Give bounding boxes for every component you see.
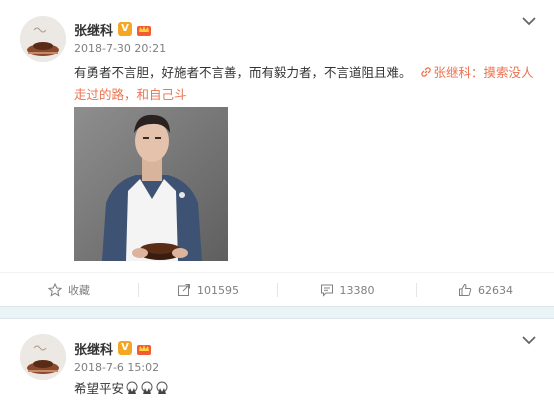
post-body: 希望平安: [74, 381, 125, 396]
share-count: 101595: [197, 283, 239, 297]
like-count: 62634: [478, 283, 513, 297]
feed-separator: [0, 306, 554, 319]
crown-icon: [137, 26, 151, 36]
chevron-down-icon[interactable]: [522, 335, 536, 345]
star-icon: [48, 283, 62, 297]
post-body: 有勇者不言胆，好施者不言善，而有毅力者，不言道阻且难。: [74, 65, 412, 80]
pray-emoji-icon: [141, 381, 153, 394]
crown-icon: [137, 345, 151, 355]
comment-button[interactable]: 13380: [278, 273, 416, 307]
comment-count: 13380: [339, 283, 375, 297]
avatar[interactable]: [20, 16, 66, 62]
pray-emoji-icon: [126, 381, 138, 394]
post-text: 有勇者不言胆，好施者不言善，而有毅力者，不言道阻且难。 张继科：摸索没人走过的路…: [74, 62, 544, 106]
weibo-post-1: 张继科 V 2018-7-30 20:21 有勇者不言胆，好施者不言善，而有毅力…: [0, 0, 554, 306]
share-icon: [178, 284, 190, 296]
like-icon: [459, 283, 472, 296]
verified-icon: V: [118, 341, 132, 355]
post-photo[interactable]: [74, 107, 228, 261]
favorite-button[interactable]: 收藏: [0, 273, 138, 307]
username[interactable]: 张继科: [74, 339, 113, 358]
favorite-label: 收藏: [68, 284, 90, 297]
timestamp[interactable]: 2018-7-6 15:02: [74, 361, 159, 374]
chevron-down-icon[interactable]: [522, 16, 536, 26]
link-icon: [420, 67, 431, 77]
avatar[interactable]: [20, 334, 66, 380]
username[interactable]: 张继科: [74, 20, 113, 39]
action-bar: 收藏 101595 13380 62634: [0, 272, 554, 307]
like-button[interactable]: 62634: [417, 273, 554, 307]
post-text: 希望平安: [74, 378, 169, 397]
pray-emoji-icon: [156, 381, 168, 394]
comment-icon: [320, 284, 333, 297]
verified-icon: V: [118, 22, 132, 36]
share-button[interactable]: 101595: [139, 273, 277, 307]
timestamp[interactable]: 2018-7-30 20:21: [74, 42, 166, 55]
